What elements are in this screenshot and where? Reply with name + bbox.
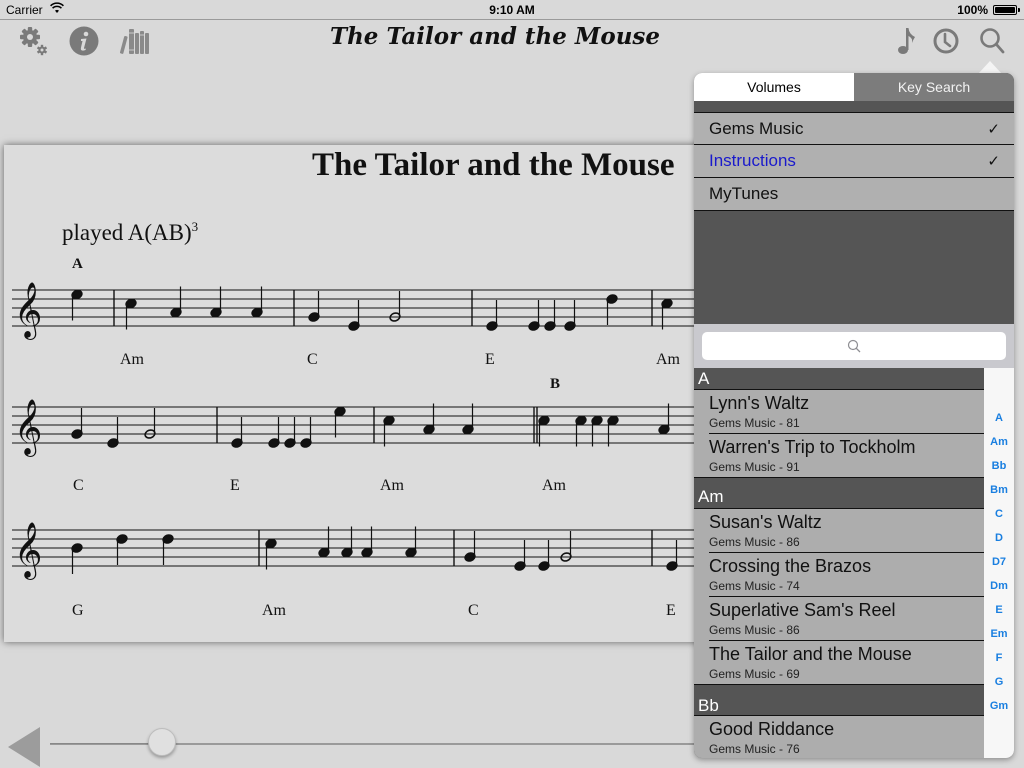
tune-list: A Lynn's Waltz Gems Music - 81 Warren's … (694, 368, 984, 758)
chord-label: E (485, 351, 495, 368)
list-item[interactable]: Lynn's Waltz Gems Music - 81 (694, 390, 984, 434)
section-marker-b: B (550, 376, 561, 392)
search-bar (694, 324, 1014, 368)
index-item[interactable]: Em (990, 622, 1007, 646)
chord-label: G (72, 602, 84, 619)
divider (694, 477, 984, 478)
list-item[interactable]: Crossing the Brazos Gems Music - 74 (694, 553, 984, 597)
tune-title: Susan's Waltz (709, 512, 822, 532)
tune-title: Superlative Sam's Reel (709, 600, 896, 620)
treble-clef: 𝄞 (14, 399, 42, 457)
section-marker-a: A (72, 256, 83, 272)
chord-label: Am (380, 477, 404, 494)
page-slider-thumb[interactable] (148, 728, 177, 756)
index-item[interactable]: Dm (990, 574, 1008, 598)
search-icon (847, 339, 861, 353)
played-repeat: 3 (191, 219, 199, 234)
index-item[interactable]: C (995, 502, 1003, 526)
staff-system-3: 𝄞 (12, 522, 724, 580)
index-item[interactable]: Bb (992, 454, 1007, 478)
chord-label: C (468, 602, 479, 619)
tab-key-search[interactable]: Key Search (854, 73, 1014, 101)
battery-percent: 100% (957, 3, 988, 17)
section-index[interactable]: A Am Bb Bm C D D7 Dm E Em F G Gm (984, 368, 1014, 758)
treble-clef: 𝄞 (14, 282, 42, 340)
volume-label: Instructions (709, 151, 796, 170)
search-input[interactable] (702, 332, 1006, 360)
tune-title: Good Riddance (709, 719, 835, 739)
tune-title: Lynn's Waltz (709, 393, 810, 413)
chord-label: Am (262, 602, 286, 619)
list-item[interactable]: Superlative Sam's Reel Gems Music - 86 (694, 597, 984, 641)
staff-system-2: 𝄞 (12, 399, 724, 457)
tune-subtitle: Gems Music - 91 (709, 460, 800, 474)
treble-clef: 𝄞 (14, 522, 42, 580)
index-item[interactable]: F (996, 646, 1003, 670)
index-item[interactable]: G (995, 670, 1004, 694)
chord-label: Am (656, 351, 680, 368)
index-item[interactable]: E (995, 598, 1002, 622)
history-button[interactable] (929, 24, 963, 58)
list-item[interactable]: Susan's Waltz Gems Music - 86 (694, 509, 984, 553)
document-title: The Tailor and the Mouse (329, 23, 661, 50)
previous-page-button[interactable] (8, 727, 40, 767)
section-header: A (694, 368, 984, 390)
music-button[interactable] (889, 24, 923, 58)
volume-list: Gems Music ✓ Instructions ✓ MyTunes (694, 112, 1014, 211)
staff-system-1: 𝄞 (12, 282, 724, 340)
tune-title: The Tailor and the Mouse (709, 644, 912, 664)
played-instruction: played A(AB)3 (62, 219, 198, 246)
index-item[interactable]: D7 (992, 550, 1006, 574)
segmented-control: Volumes Key Search (694, 73, 1014, 101)
list-item[interactable]: Warren's Trip to Tockholm Gems Music - 9… (694, 434, 984, 478)
divider (694, 684, 984, 685)
list-item[interactable]: Good Riddance Gems Music - 76 (694, 716, 984, 758)
volume-item-instructions[interactable]: Instructions ✓ (694, 145, 1014, 178)
tab-volumes[interactable]: Volumes (694, 73, 854, 101)
chord-label: Am (120, 351, 144, 368)
chord-label: Am (542, 477, 566, 494)
tune-subtitle: Gems Music - 86 (709, 535, 800, 549)
search-button[interactable] (975, 24, 1009, 58)
tune-subtitle: Gems Music - 86 (709, 623, 800, 637)
tune-subtitle: Gems Music - 69 (709, 667, 800, 681)
music-note-icon (898, 28, 915, 54)
tune-subtitle: Gems Music - 74 (709, 579, 800, 593)
tune-title: Warren's Trip to Tockholm (709, 437, 916, 457)
battery-icon (993, 5, 1020, 15)
sheet-title: The Tailor and the Mouse (312, 147, 675, 183)
checkmark-icon: ✓ (987, 121, 1000, 138)
section-header: Bb (694, 685, 984, 716)
index-item[interactable]: A (995, 406, 1003, 430)
clock: 9:10 AM (489, 3, 535, 17)
page-slider-filled (50, 743, 163, 744)
index-item[interactable]: Am (990, 430, 1008, 454)
played-text: played A(AB) (62, 220, 192, 245)
status-bar: Carrier 9:10 AM 100% (0, 0, 1024, 20)
chord-label: C (73, 477, 84, 494)
tune-subtitle: Gems Music - 76 (709, 742, 800, 756)
chord-label: E (666, 602, 676, 619)
checkmark-icon: ✓ (987, 153, 1000, 170)
section-header: Am (694, 478, 984, 509)
index-item[interactable]: Bm (990, 478, 1008, 502)
volume-label: Gems Music (709, 118, 804, 138)
volume-label: MyTunes (709, 184, 779, 203)
tune-subtitle: Gems Music - 81 (709, 416, 800, 430)
volume-item-mytunes[interactable]: MyTunes (694, 178, 1014, 211)
volume-item-gems-music[interactable]: Gems Music ✓ (694, 112, 1014, 145)
search-icon (980, 28, 1005, 54)
sheet-music-page[interactable]: The Tailor and the Mouse played A(AB)3 A… (4, 145, 724, 642)
chord-label: E (230, 477, 240, 494)
list-item[interactable]: The Tailor and the Mouse Gems Music - 69 (694, 641, 984, 685)
chord-label: C (307, 351, 318, 368)
index-item[interactable]: Gm (990, 694, 1008, 718)
tune-title: Crossing the Brazos (709, 556, 872, 576)
index-item[interactable]: D (995, 526, 1003, 550)
search-popover: Volumes Key Search Gems Music ✓ Instruct… (694, 73, 1014, 758)
history-icon (933, 28, 959, 54)
